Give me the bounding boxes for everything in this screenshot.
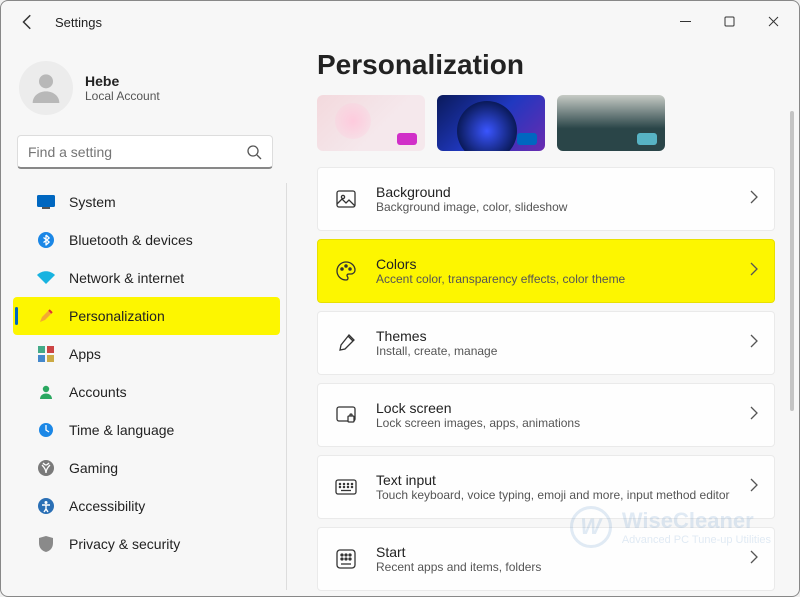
card-title: Lock screen: [376, 400, 732, 416]
nav-label: Accounts: [69, 384, 127, 400]
apps-icon: [37, 345, 55, 363]
card-title: Background: [376, 184, 732, 200]
nav-accessibility[interactable]: Accessibility: [13, 487, 280, 525]
chevron-right-icon: [750, 406, 758, 425]
nav-personalization[interactable]: Personalization: [13, 297, 280, 335]
nav-list: System Bluetooth & devices Network & int…: [1, 183, 287, 590]
nav-label: Network & internet: [69, 270, 184, 286]
sidebar: Hebe Local Account System Bluetooth & de…: [1, 41, 289, 596]
card-subtitle: Recent apps and items, folders: [376, 560, 732, 574]
xbox-icon: [37, 459, 55, 477]
card-title: Start: [376, 544, 732, 560]
nav-label: Time & language: [69, 422, 174, 438]
chevron-right-icon: [750, 334, 758, 353]
search-icon: [246, 144, 262, 160]
card-textinput[interactable]: Text inputTouch keyboard, voice typing, …: [317, 455, 775, 519]
chevron-right-icon: [750, 262, 758, 281]
nav-label: System: [69, 194, 116, 210]
card-subtitle: Install, create, manage: [376, 344, 732, 358]
card-subtitle: Background image, color, slideshow: [376, 200, 732, 214]
nav-gaming[interactable]: Gaming: [13, 449, 280, 487]
settings-window: Settings Hebe Local Account: [0, 0, 800, 597]
user-section[interactable]: Hebe Local Account: [1, 51, 289, 131]
keyboard-icon: [334, 475, 358, 499]
back-button[interactable]: [19, 13, 37, 31]
theme-thumbnails: [317, 95, 775, 151]
user-name: Hebe: [85, 73, 160, 89]
close-button[interactable]: [751, 6, 795, 36]
maximize-button[interactable]: [707, 6, 751, 36]
chevron-right-icon: [750, 478, 758, 497]
nav-accounts[interactable]: Accounts: [13, 373, 280, 411]
start-icon: [334, 547, 358, 571]
card-title: Text input: [376, 472, 732, 488]
card-start[interactable]: StartRecent apps and items, folders: [317, 527, 775, 591]
paintbrush-icon: [37, 307, 55, 325]
nav-time[interactable]: Time & language: [13, 411, 280, 449]
nav-privacy[interactable]: Privacy & security: [13, 525, 280, 563]
system-icon: [37, 193, 55, 211]
chevron-right-icon: [750, 550, 758, 569]
nav-label: Privacy & security: [69, 536, 180, 552]
card-subtitle: Accent color, transparency effects, colo…: [376, 272, 732, 286]
nav-label: Accessibility: [69, 498, 145, 514]
card-lockscreen[interactable]: Lock screenLock screen images, apps, ani…: [317, 383, 775, 447]
lockscreen-icon: [334, 403, 358, 427]
nav-system[interactable]: System: [13, 183, 280, 221]
bluetooth-icon: [37, 231, 55, 249]
palette-icon: [334, 259, 358, 283]
search-input[interactable]: [28, 144, 246, 160]
clock-globe-icon: [37, 421, 55, 439]
background-icon: [334, 187, 358, 211]
card-themes[interactable]: ThemesInstall, create, manage: [317, 311, 775, 375]
search-box[interactable]: [17, 135, 273, 169]
scrollbar[interactable]: [790, 111, 794, 576]
app-name: Settings: [55, 15, 102, 30]
user-account: Local Account: [85, 89, 160, 103]
shield-icon: [37, 535, 55, 553]
titlebar: [1, 1, 799, 41]
avatar: [19, 61, 73, 115]
person-icon: [37, 383, 55, 401]
theme-thumbnail[interactable]: [437, 95, 545, 151]
settings-cards: BackgroundBackground image, color, slide…: [317, 167, 775, 596]
main-content: Personalization BackgroundBackground ima…: [289, 41, 799, 596]
card-title: Themes: [376, 328, 732, 344]
window-header: Settings: [19, 13, 102, 31]
nav-apps[interactable]: Apps: [13, 335, 280, 373]
card-title: Colors: [376, 256, 732, 272]
brush-icon: [334, 331, 358, 355]
card-subtitle: Lock screen images, apps, animations: [376, 416, 732, 430]
wifi-icon: [37, 269, 55, 287]
page-title: Personalization: [317, 49, 775, 81]
accessibility-icon: [37, 497, 55, 515]
nav-bluetooth[interactable]: Bluetooth & devices: [13, 221, 280, 259]
chevron-right-icon: [750, 190, 758, 209]
theme-thumbnail[interactable]: [557, 95, 665, 151]
card-colors[interactable]: ColorsAccent color, transparency effects…: [317, 239, 775, 303]
nav-label: Personalization: [69, 308, 165, 324]
theme-thumbnail[interactable]: [317, 95, 425, 151]
nav-label: Apps: [69, 346, 101, 362]
card-background[interactable]: BackgroundBackground image, color, slide…: [317, 167, 775, 231]
nav-label: Gaming: [69, 460, 118, 476]
nav-label: Bluetooth & devices: [69, 232, 193, 248]
nav-network[interactable]: Network & internet: [13, 259, 280, 297]
minimize-button[interactable]: [663, 6, 707, 36]
card-subtitle: Touch keyboard, voice typing, emoji and …: [376, 488, 732, 502]
